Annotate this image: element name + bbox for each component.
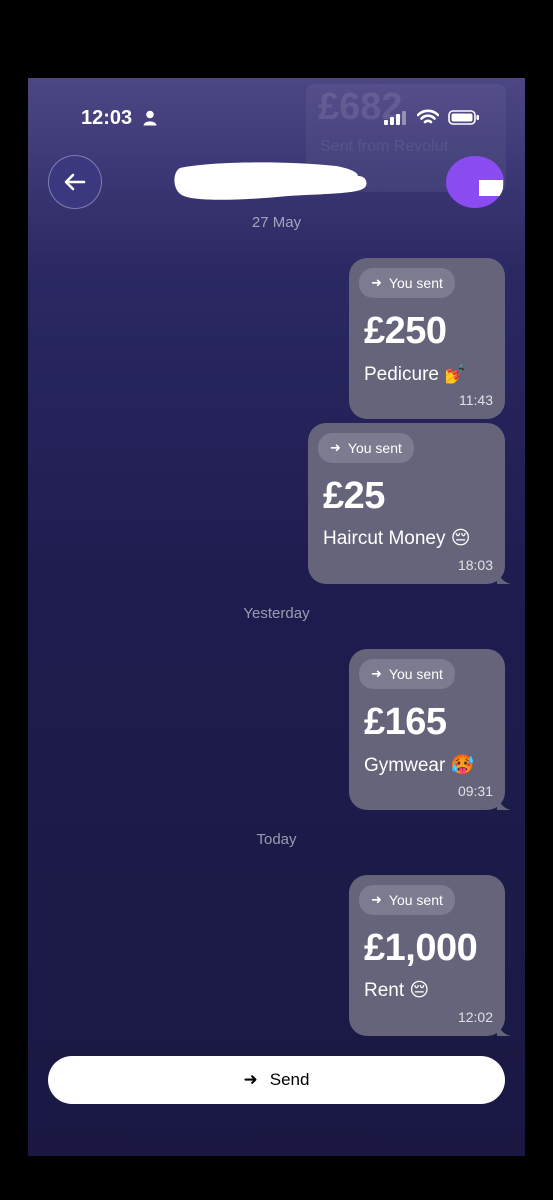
bubble-tail — [497, 570, 511, 584]
payment-bubble[interactable]: ➜ You sent £1,000 Rent 😔 12:02 — [349, 875, 511, 1036]
payment-bubble[interactable]: ➜ You sent £250 Pedicure 💅 11:43 — [349, 258, 505, 419]
sent-chip: ➜ You sent — [359, 268, 455, 298]
payment-note: Haircut Money 😔 — [323, 528, 471, 549]
ghost-subtitle: Sent from Revolut — [320, 138, 449, 155]
signal-icon — [384, 111, 406, 125]
send-button[interactable]: ➜ Send — [48, 1056, 505, 1104]
payment-note: Rent 😔 — [364, 980, 430, 1001]
arrow-right-icon: ➜ — [371, 666, 382, 681]
payment-bubble[interactable]: ➜ You sent £25 Haircut Money 😔 18:03 — [308, 423, 511, 584]
wifi-icon — [417, 109, 439, 124]
payment-amount: £25 — [323, 475, 385, 517]
app-screen: £682 Sent from Revolut 12:03 27 May ➜ Yo… — [28, 78, 525, 1156]
person-icon — [143, 110, 157, 126]
bubble-tail — [497, 1022, 511, 1036]
chip-label: You sent — [388, 666, 443, 682]
arrow-left-icon — [64, 173, 86, 191]
message-time: 09:31 — [457, 783, 493, 799]
message-time: 11:43 — [459, 392, 493, 408]
arrow-right-icon: ➜ — [371, 275, 382, 290]
payment-note: Gymwear 🥵 — [364, 755, 475, 776]
bubble-tail — [497, 796, 511, 810]
chip-label: You sent — [388, 275, 443, 291]
sent-chip: ➜ You sent — [359, 885, 455, 915]
chip-label: You sent — [347, 440, 402, 456]
payment-note: Pedicure 💅 — [364, 364, 468, 385]
payment-amount: £165 — [364, 701, 447, 743]
arrow-right-icon: ➜ — [371, 892, 382, 907]
payment-bubble[interactable]: ➜ You sent £165 Gymwear 🥵 09:31 — [349, 649, 511, 810]
send-label: Send — [269, 1070, 310, 1089]
sent-chip: ➜ You sent — [318, 433, 414, 463]
arrow-right-icon: ➜ — [243, 1070, 258, 1089]
back-button[interactable] — [48, 155, 102, 209]
message-time: 12:02 — [457, 1009, 493, 1025]
chip-label: You sent — [388, 892, 443, 908]
status-time: 12:03 — [81, 107, 133, 129]
date-separator: 27 May — [251, 214, 302, 231]
avatar[interactable] — [446, 156, 504, 208]
date-separator: Today — [256, 831, 297, 848]
battery-icon — [448, 110, 479, 125]
message-time: 18:03 — [457, 557, 493, 573]
payment-amount: £250 — [364, 310, 447, 352]
arrow-right-icon: ➜ — [330, 440, 341, 455]
date-separator: Yesterday — [243, 605, 310, 622]
avatar-redaction — [479, 180, 503, 196]
sent-chip: ➜ You sent — [359, 659, 455, 689]
payment-amount: £1,000 — [364, 927, 478, 969]
redacted-contact-name — [174, 162, 367, 200]
